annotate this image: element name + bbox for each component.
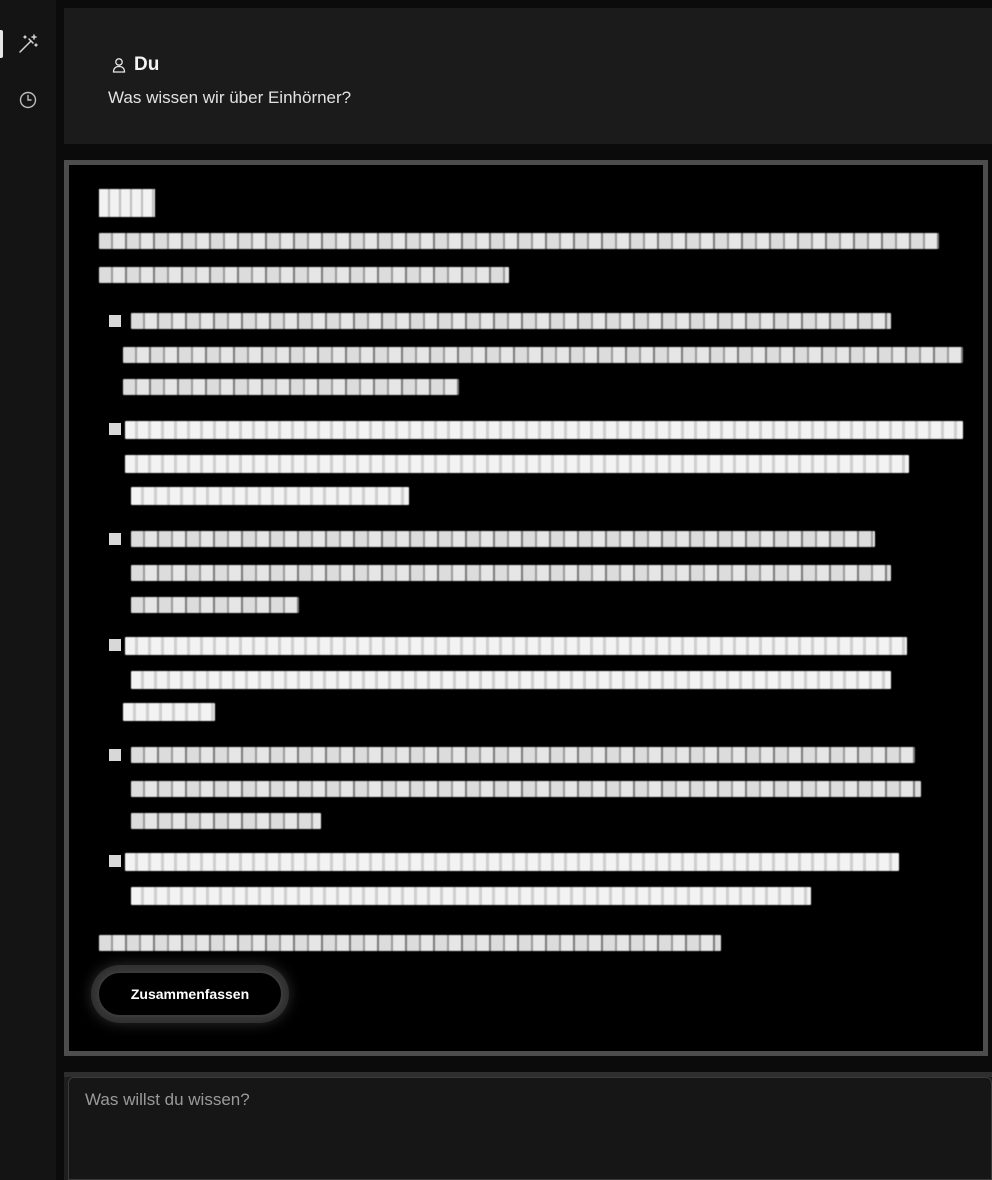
redacted-text-line bbox=[131, 487, 409, 505]
redacted-text-line bbox=[123, 703, 215, 721]
user-message-header: Du bbox=[112, 54, 159, 76]
user-message: Du Was wissen wir über Einhörner? bbox=[64, 8, 992, 144]
prompt-area bbox=[64, 1072, 992, 1180]
list-bullet bbox=[109, 315, 121, 327]
sidebar bbox=[0, 0, 56, 1180]
redacted-text-line bbox=[125, 455, 909, 473]
redacted-author bbox=[99, 189, 155, 217]
list-bullet bbox=[109, 639, 121, 651]
magic-wand-icon bbox=[19, 34, 38, 53]
assistant-response-redacted: Zusammenfassen bbox=[64, 160, 988, 1056]
list-bullet bbox=[109, 855, 121, 867]
redacted-text-line bbox=[131, 313, 891, 329]
redacted-text-line bbox=[131, 887, 811, 905]
user-icon bbox=[112, 58, 126, 73]
redacted-text-line bbox=[99, 233, 939, 249]
redacted-text-line bbox=[125, 637, 907, 655]
chat-area: Du Was wissen wir über Einhörner? Zusamm… bbox=[56, 0, 992, 1180]
redacted-text-line bbox=[131, 671, 891, 689]
list-bullet bbox=[109, 423, 121, 435]
sidebar-item-magic-wand[interactable] bbox=[0, 24, 56, 64]
user-message-text: Was wissen wir über Einhörner? bbox=[108, 88, 352, 107]
redacted-text-line bbox=[131, 747, 915, 763]
redacted-text-line bbox=[131, 531, 875, 547]
redacted-text-line bbox=[131, 565, 891, 581]
redacted-text-line bbox=[99, 935, 721, 951]
redacted-text-line bbox=[125, 421, 963, 439]
summarize-button[interactable]: Zusammenfassen bbox=[97, 971, 283, 1017]
prompt-input[interactable] bbox=[68, 1077, 992, 1180]
redacted-text-line bbox=[125, 853, 899, 871]
list-bullet bbox=[109, 749, 121, 761]
sidebar-item-history[interactable] bbox=[0, 80, 56, 120]
redacted-text-line bbox=[131, 597, 299, 613]
redacted-text-line bbox=[123, 347, 963, 363]
redacted-text-line bbox=[131, 813, 321, 829]
redacted-text-line bbox=[131, 781, 921, 797]
redacted-text-line bbox=[123, 379, 459, 395]
list-bullet bbox=[109, 533, 121, 545]
history-clock-icon bbox=[19, 91, 37, 109]
redacted-text-line bbox=[99, 267, 509, 283]
user-name: Du bbox=[134, 54, 160, 75]
